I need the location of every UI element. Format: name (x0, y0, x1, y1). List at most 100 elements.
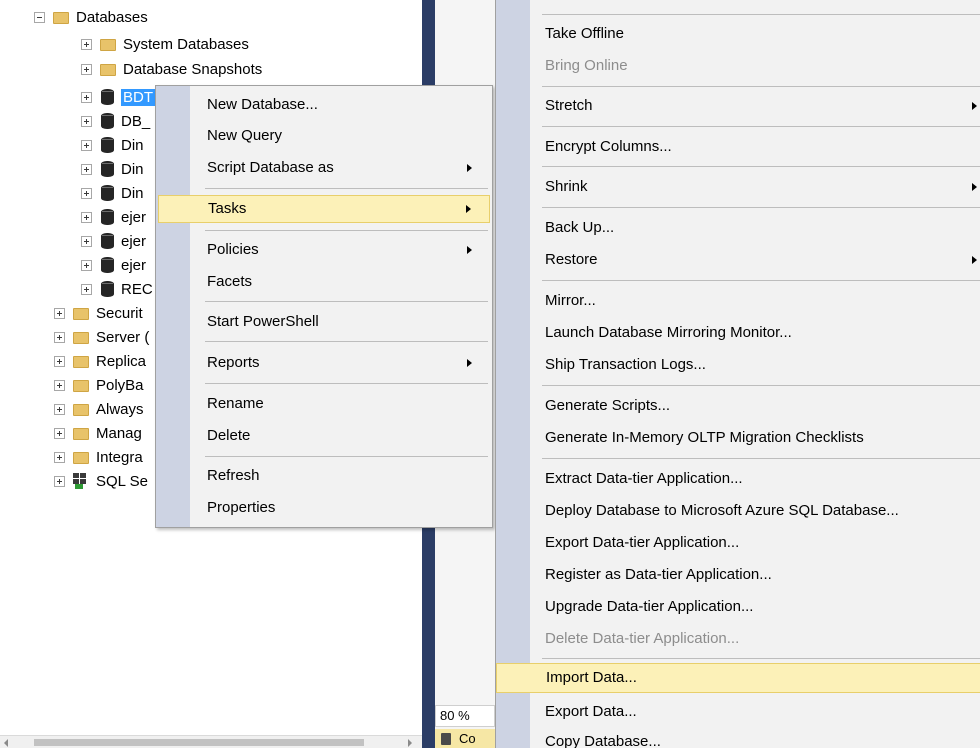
menu-item-generate-scripts[interactable]: Generate Scripts... (496, 391, 980, 421)
menu-item-copy-database[interactable]: Copy Database... (496, 727, 980, 748)
tree-node-database[interactable]: ejer (81, 230, 146, 252)
menu-item-facets[interactable]: Facets (158, 268, 490, 296)
menu-item-back-up[interactable]: Back Up... (496, 213, 980, 243)
tree-node-database[interactable]: Din (81, 134, 144, 156)
expand-icon[interactable] (54, 379, 65, 391)
expand-icon[interactable] (81, 211, 92, 223)
menu-item-encrypt-columns[interactable]: Encrypt Columns... (496, 132, 980, 162)
menu-item-mirror[interactable]: Mirror... (496, 286, 980, 316)
expand-icon[interactable] (81, 63, 92, 75)
tree-node-label: Databases (76, 8, 148, 26)
database-icon (101, 209, 114, 225)
expand-icon[interactable] (81, 235, 92, 247)
menu-item-export-data[interactable]: Export Data... (496, 697, 980, 727)
tree-node-database[interactable]: ejer (81, 254, 146, 276)
tree-node-replication[interactable]: Replica (54, 350, 146, 372)
menu-item-tasks[interactable]: Tasks (158, 195, 490, 223)
menu-separator (542, 280, 980, 281)
scrollbar-thumb[interactable] (34, 739, 364, 746)
tree-node-database[interactable]: ejer (81, 206, 146, 228)
tree-node-label: Database Snapshots (123, 60, 263, 78)
folder-icon (53, 12, 69, 24)
tree-node-database-snapshots[interactable]: Database Snapshots (81, 58, 262, 80)
database-icon (101, 89, 114, 105)
menu-item-restore[interactable]: Restore (496, 245, 980, 275)
menu-item-take-offline[interactable]: Take Offline (496, 19, 980, 49)
tree-node-label: ejer (121, 232, 147, 250)
menu-separator (542, 126, 980, 127)
menu-item-extract-data-tier[interactable]: Extract Data-tier Application... (496, 464, 980, 494)
menu-separator (542, 166, 980, 167)
menu-item-register-data-tier[interactable]: Register as Data-tier Application... (496, 560, 980, 590)
tree-node-database[interactable]: DB_ (81, 110, 150, 132)
expand-icon[interactable] (54, 427, 65, 439)
folder-icon (73, 404, 89, 416)
expand-icon[interactable] (54, 451, 65, 463)
menu-item-ship-transaction-logs[interactable]: Ship Transaction Logs... (496, 350, 980, 380)
menu-item-upgrade-data-tier[interactable]: Upgrade Data-tier Application... (496, 592, 980, 622)
folder-icon (100, 64, 116, 76)
tree-node-integration-services[interactable]: Integra (54, 446, 143, 468)
tree-node-database[interactable]: Din (81, 158, 144, 180)
horizontal-scrollbar[interactable] (0, 735, 422, 748)
expand-icon[interactable] (54, 355, 65, 367)
menu-item-shrink[interactable]: Shrink (496, 172, 980, 202)
expand-icon[interactable] (81, 163, 92, 175)
menu-gutter (156, 86, 190, 527)
tree-node-always-on[interactable]: Always (54, 398, 144, 420)
menu-item-stretch[interactable]: Stretch (496, 91, 980, 121)
scroll-right-icon[interactable] (408, 739, 412, 747)
expand-icon[interactable] (81, 115, 92, 127)
menu-item-bring-online: Bring Online (545, 57, 628, 74)
expand-icon[interactable] (54, 307, 65, 319)
tree-node-server-objects[interactable]: Server ( (54, 326, 149, 348)
tree-node-management[interactable]: Manag (54, 422, 142, 444)
expand-icon[interactable] (54, 475, 65, 487)
menu-item-launch-mirroring-monitor[interactable]: Launch Database Mirroring Monitor... (496, 318, 980, 348)
tree-node-security[interactable]: Securit (54, 302, 143, 324)
menu-item-new-database[interactable]: New Database... (158, 91, 490, 119)
menu-separator (205, 230, 488, 231)
menu-item-import-data[interactable]: Import Data... (496, 663, 980, 693)
menu-item-delete[interactable]: Delete (158, 422, 490, 450)
collapse-icon[interactable] (34, 11, 45, 23)
database-icon (101, 257, 114, 273)
menu-separator (542, 385, 980, 386)
expand-icon[interactable] (81, 38, 92, 50)
menu-item-generate-oltp-checklists[interactable]: Generate In-Memory OLTP Migration Checkl… (496, 423, 980, 453)
submenu-arrow-icon (467, 246, 472, 254)
tree-node-databases[interactable]: Databases (34, 6, 148, 28)
expand-icon[interactable] (81, 91, 92, 103)
menu-item-refresh[interactable]: Refresh (158, 462, 490, 490)
menu-item-script-database-as[interactable]: Script Database as (158, 154, 490, 182)
tree-node-polybase[interactable]: PolyBa (54, 374, 144, 396)
tree-node-label: Integra (96, 448, 143, 466)
tree-node-database-selected[interactable]: BDT (81, 86, 155, 108)
tree-node-database[interactable]: Din (81, 182, 144, 204)
expand-icon[interactable] (81, 283, 92, 295)
tree-node-sql-server-agent[interactable]: SQL Se (54, 470, 148, 492)
menu-separator (542, 207, 980, 208)
menu-item-new-query[interactable]: New Query (158, 122, 490, 150)
menu-item-export-data-tier[interactable]: Export Data-tier Application... (496, 528, 980, 558)
menu-item-start-powershell[interactable]: Start PowerShell (158, 308, 490, 336)
context-menu: New Database... New Query Script Databas… (155, 85, 493, 528)
tree-node-system-databases[interactable]: System Databases (81, 33, 249, 55)
expand-icon[interactable] (54, 331, 65, 343)
tree-node-label: Replica (96, 352, 147, 370)
expand-icon[interactable] (54, 403, 65, 415)
menu-item-deploy-to-azure[interactable]: Deploy Database to Microsoft Azure SQL D… (496, 496, 980, 526)
menu-item-properties[interactable]: Properties (158, 494, 490, 522)
menu-item-rename[interactable]: Rename (158, 390, 490, 418)
menu-item-label: Script Database as (207, 159, 334, 176)
database-icon (101, 113, 114, 129)
menu-item-policies[interactable]: Policies (158, 236, 490, 264)
menu-separator (205, 188, 488, 189)
zoom-level[interactable]: 80 % (435, 705, 495, 727)
scroll-left-icon[interactable] (4, 739, 8, 747)
expand-icon[interactable] (81, 139, 92, 151)
tree-node-database[interactable]: REC (81, 278, 153, 300)
menu-item-reports[interactable]: Reports (158, 349, 490, 377)
expand-icon[interactable] (81, 259, 92, 271)
expand-icon[interactable] (81, 187, 92, 199)
